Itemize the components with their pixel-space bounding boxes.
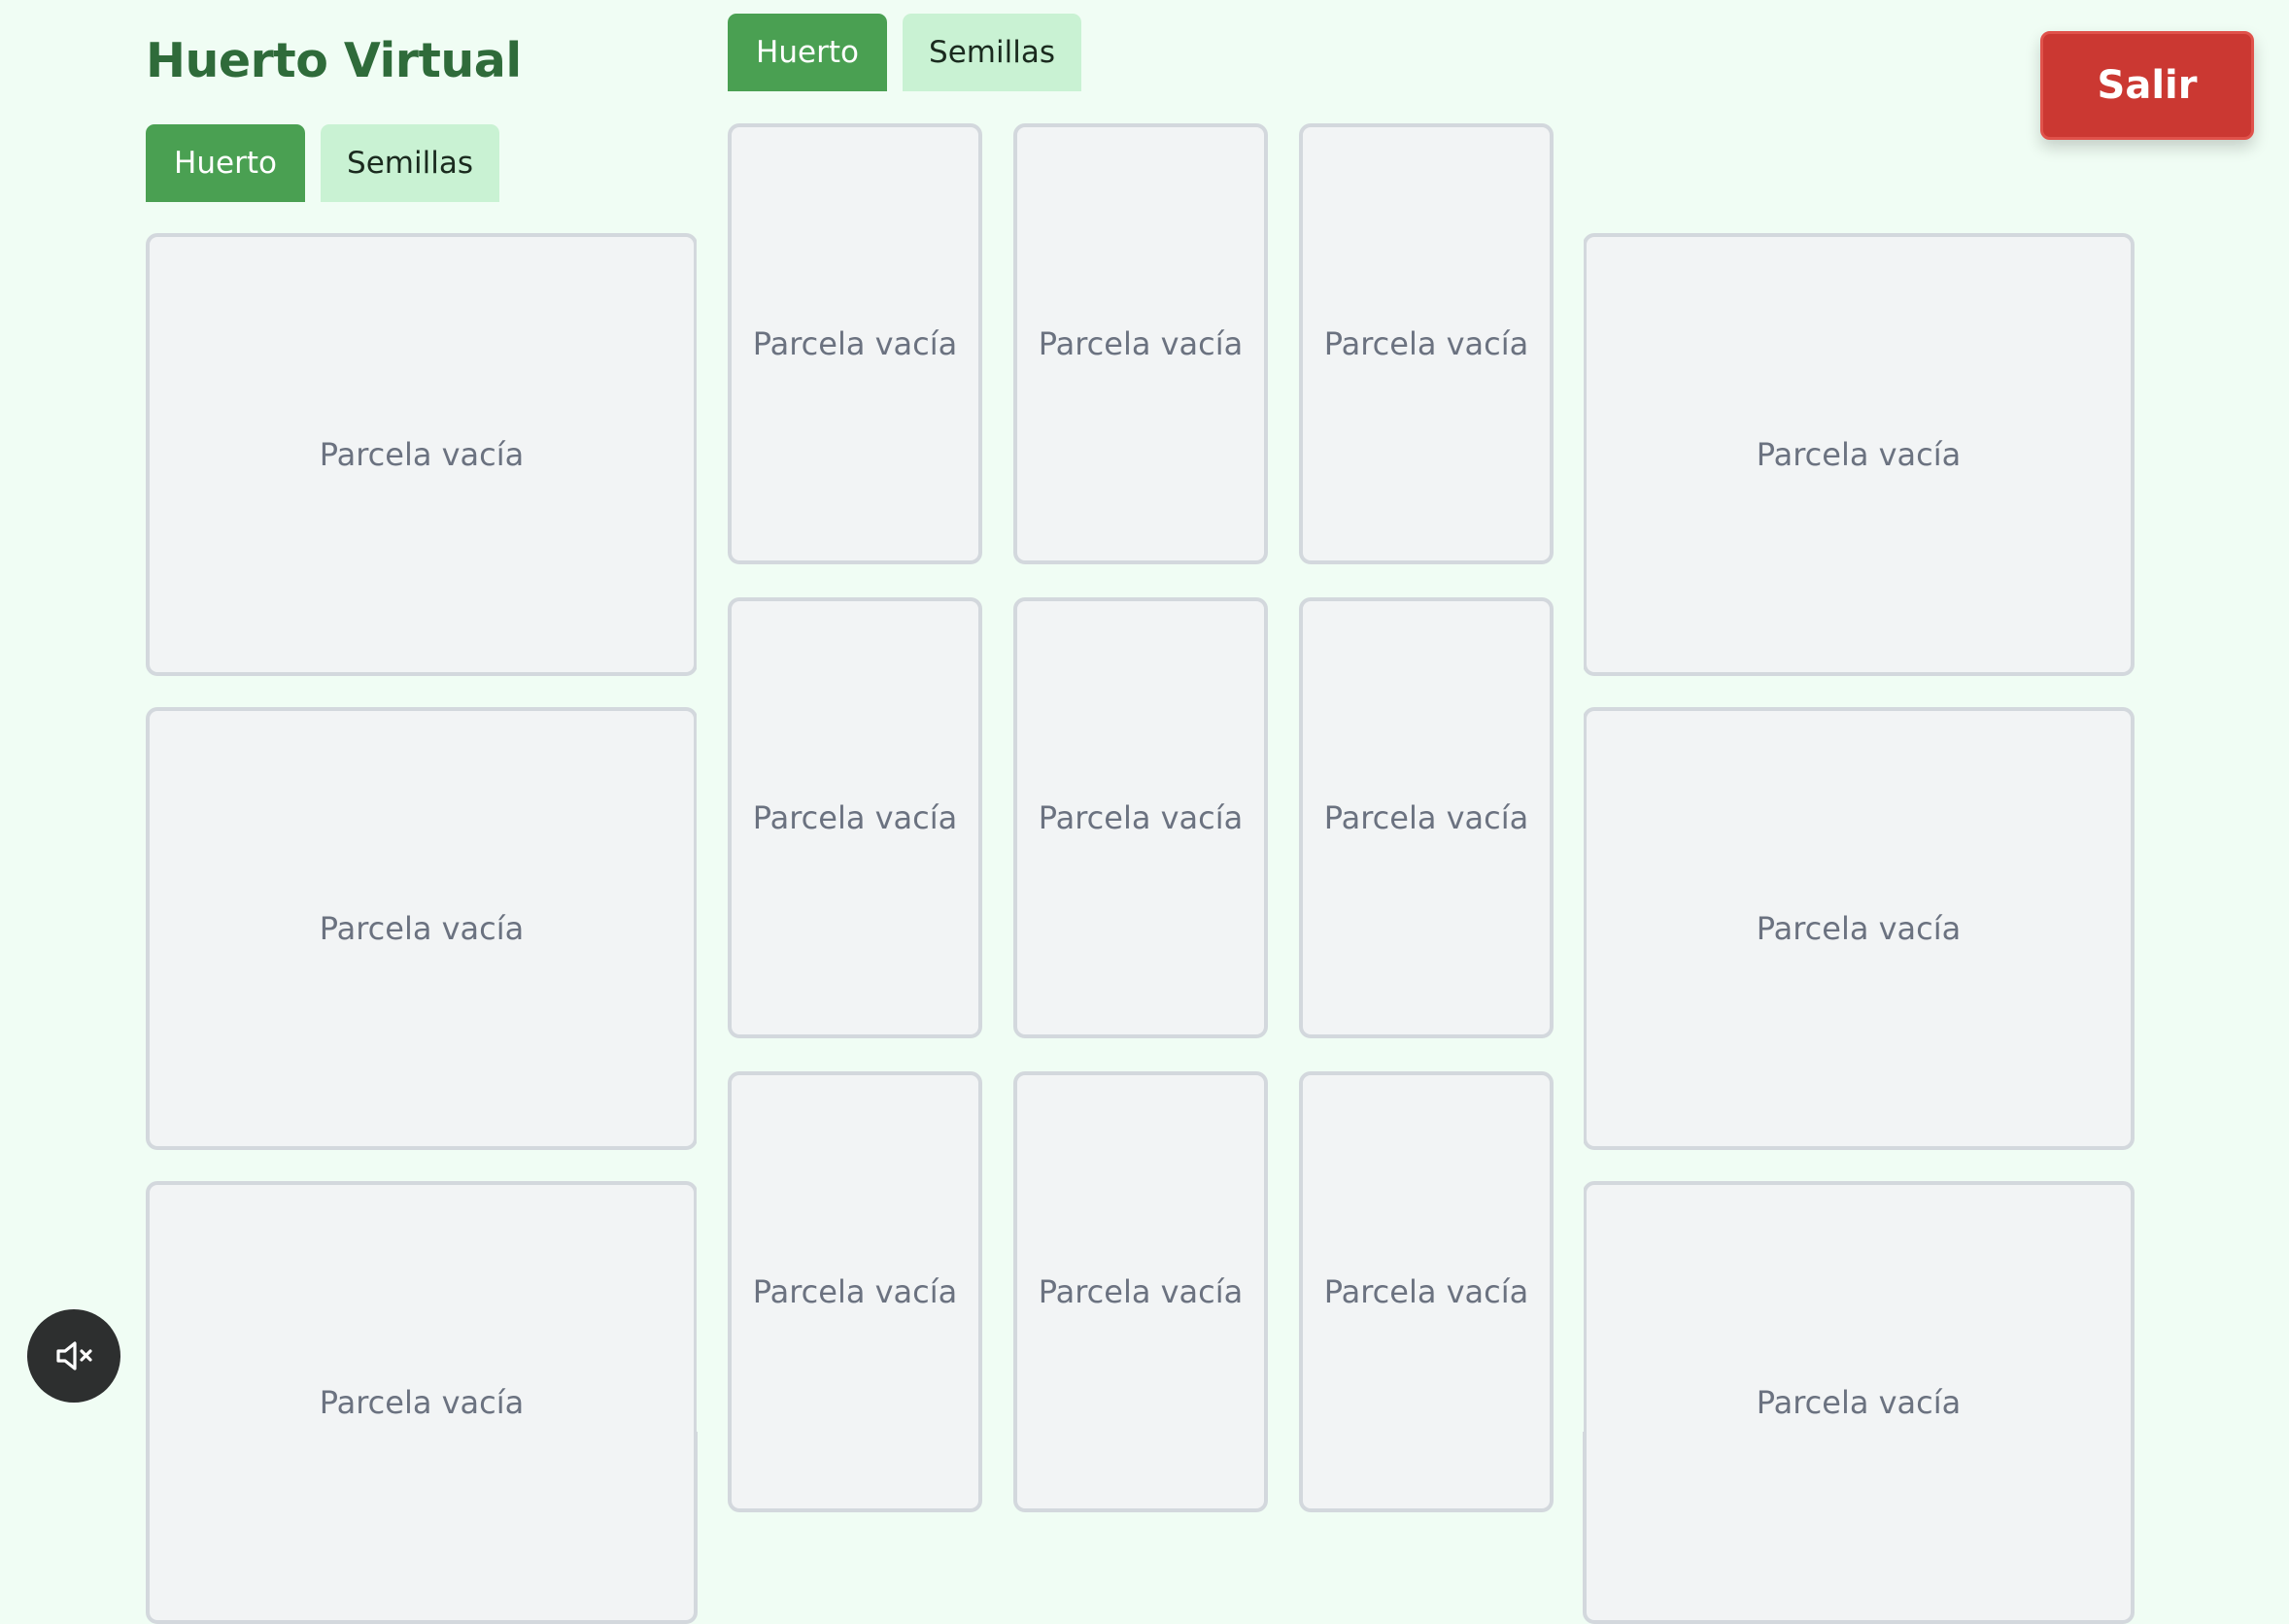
garden-plot[interactable]: Parcela vacía (1583, 707, 2135, 1150)
plot-empty-label: Parcela vacía (752, 1273, 958, 1310)
plot-empty-label: Parcela vacía (1038, 1273, 1244, 1310)
plot-empty-label: Parcela vacía (1323, 1273, 1529, 1310)
garden-plot[interactable]: Parcela vacía (146, 707, 698, 1150)
volume-mute-icon (51, 1333, 97, 1379)
garden-plot[interactable]: Parcela vacía (1299, 1071, 1554, 1512)
plot-empty-label: Parcela vacía (1323, 325, 1529, 362)
plot-empty-label: Parcela vacía (1038, 325, 1244, 362)
plot-empty-label: Parcela vacía (1756, 436, 1962, 473)
garden-plot[interactable]: Parcela vacía (728, 123, 982, 564)
tab-huerto[interactable]: Huerto (146, 124, 305, 202)
plot-empty-label: Parcela vacía (752, 325, 958, 362)
garden-plot[interactable]: Parcela vacía (1299, 597, 1554, 1038)
page-title: Huerto Virtual (146, 33, 522, 88)
garden-plot[interactable]: Parcela vacía (1583, 1181, 2135, 1624)
plot-empty-label: Parcela vacía (319, 1384, 525, 1421)
garden-plot[interactable]: Parcela vacía (1013, 1071, 1268, 1512)
garden-plot[interactable]: Parcela vacía (146, 233, 698, 676)
garden-plot[interactable]: Parcela vacía (728, 597, 982, 1038)
mute-toggle-button[interactable] (27, 1309, 120, 1403)
garden-plot[interactable]: Parcela vacía (1013, 123, 1268, 564)
plot-empty-label: Parcela vacía (319, 436, 525, 473)
garden-plot[interactable]: Parcela vacía (1583, 233, 2135, 676)
garden-plot[interactable]: Parcela vacía (146, 1181, 698, 1624)
tab-semillas[interactable]: Semillas (903, 14, 1081, 91)
plot-empty-label: Parcela vacía (1756, 1384, 1962, 1421)
tab-semillas[interactable]: Semillas (321, 124, 499, 202)
exit-button[interactable]: Salir (2040, 31, 2254, 140)
plot-empty-label: Parcela vacía (1323, 799, 1529, 836)
plot-empty-label: Parcela vacía (1756, 910, 1962, 947)
garden-plot[interactable]: Parcela vacía (1013, 597, 1268, 1038)
tab-huerto[interactable]: Huerto (728, 14, 887, 91)
garden-plot[interactable]: Parcela vacía (1299, 123, 1554, 564)
garden-plot[interactable]: Parcela vacía (728, 1071, 982, 1512)
plot-empty-label: Parcela vacía (752, 799, 958, 836)
plot-empty-label: Parcela vacía (1038, 799, 1244, 836)
plot-empty-label: Parcela vacía (319, 910, 525, 947)
